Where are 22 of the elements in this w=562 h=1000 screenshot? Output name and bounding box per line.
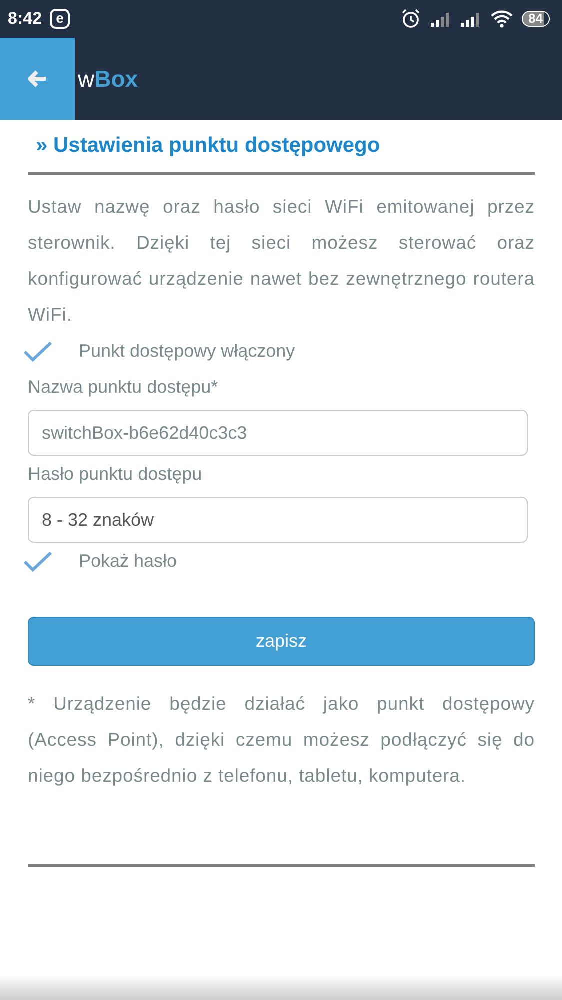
field-label: Hasło punktu dostępu	[28, 464, 204, 485]
section-title: » Ustawienia punktu dostępowego	[36, 133, 382, 159]
field-label: Nazwa punktu dostępu*	[28, 377, 220, 398]
alarm-clock-icon	[400, 8, 422, 30]
checkmark-icon	[23, 550, 53, 572]
input-field[interactable]: switchBox-b6e62d40c3c3	[28, 410, 528, 456]
checkmark-icon	[23, 340, 53, 362]
wifi-icon	[490, 10, 514, 28]
clock-time: 8:42	[8, 9, 42, 29]
battery-indicator: 84	[522, 11, 550, 27]
back-arrow-icon	[28, 70, 48, 88]
signal-icon	[430, 11, 452, 27]
description-text: Ustaw nazwę oraz hasło sieci WiFi emitowanej przez sterownik. Dzięki tej sieci możesz sterować oraz konfigurować urządzenie nawet bez zewnętrznego routera WiFi.	[28, 195, 535, 327]
checkbox-label: Pokaż hasło	[79, 550, 178, 572]
app-logo: wBox	[78, 66, 138, 92]
back-button[interactable]	[0, 38, 75, 120]
signal-icon	[460, 11, 482, 27]
input-field[interactable]: 8 - 32 znaków	[28, 497, 528, 543]
checkbox-label: Punkt dostępowy włączony	[79, 340, 296, 362]
footnote-text: * Urządzenie będzie działać jako punkt dostępowy (Access Point), dzięki czemu możesz podłączyć się do niego bezpośrednio z telefonu, tabletu, komputera.	[28, 692, 535, 788]
notification-badge: e	[50, 9, 70, 29]
save-button[interactable]: zapisz	[28, 617, 535, 666]
